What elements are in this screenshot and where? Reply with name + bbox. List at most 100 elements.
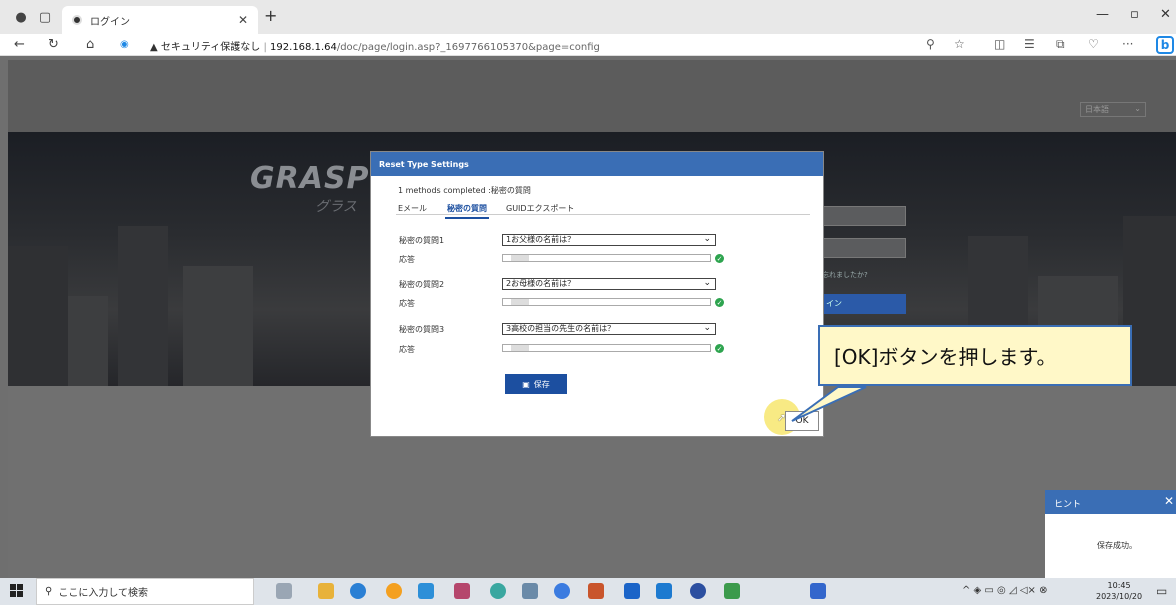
hint-popup: ヒント ✕ 保存成功。 [1045,490,1176,578]
app-icon[interactable] [454,583,470,599]
tab-email[interactable]: Eメール [398,203,427,214]
dialog-tabs: Eメール 秘密の質問 GUIDエクスポート [396,199,810,219]
dialog-title: Reset Type Settings [371,152,823,176]
username-field[interactable] [822,206,906,226]
new-tab-icon[interactable]: + [264,6,277,25]
extension-icon[interactable]: ◉ [120,39,129,50]
login-panel: 忘れましたか? イン [822,166,922,326]
outlook-icon[interactable] [418,583,434,599]
split-screen-icon[interactable]: ◫ [994,37,1005,51]
tab-guid-export[interactable]: GUIDエクスポート [506,203,574,214]
answer-3-label: 応答 [399,345,415,354]
notification-icon[interactable]: ▭ [1156,584,1167,598]
tab-secret-question[interactable]: 秘密の質問 [445,203,489,219]
close-tab-icon[interactable]: ✕ [238,13,248,27]
tab-title: ログイン [90,16,130,28]
copilot-icon[interactable]: b [1156,36,1174,54]
save-button[interactable]: ▣ 保存 [505,374,567,394]
taskbar-search[interactable]: ⚲ ここに入力して検索 [36,578,254,605]
save-button-label: 保存 [533,379,550,389]
save-icon: ▣ [522,379,530,389]
warning-icon: ▲ [150,42,158,53]
question-3-select[interactable]: 3高校の担当の先生の名前は？ ⌄ [502,323,716,335]
app-icon[interactable] [624,583,640,599]
restore-icon[interactable]: ▫ [1130,7,1139,22]
system-tray[interactable]: ^ ◈ ▭ ◎ ◿ ◁× ⊗ [962,585,1047,596]
url-path: /doc/page/login.asp?_1697766105370&page=… [336,42,600,53]
app-icon[interactable] [690,583,706,599]
brand-logo: GRASP [250,161,370,196]
close-window-icon[interactable]: ✕ [1160,7,1171,22]
favorite-star-icon[interactable]: ☆ [954,37,965,51]
cloud-icon[interactable] [522,583,538,599]
browser-tab-bar: ● ▢ ログイン ✕ + — ▫ ✕ [0,0,1176,34]
callout-pointer [791,386,867,422]
address-bar: ← ↻ ⌂ ◉ ▲ セキュリティ保護なし | 192.168.1.64/doc/… [0,34,1176,56]
search-placeholder: ここに入力して検索 [58,588,149,599]
close-icon[interactable]: ✕ [1164,494,1174,508]
zoom-icon[interactable]: ⚲ [926,37,935,51]
question-3-label: 秘密の質問3 [399,325,445,334]
question-2-value: 2お母様の名前は？ [506,279,576,288]
url-host: 192.168.1.64 [270,42,337,53]
refresh-icon[interactable]: ↻ [48,37,59,52]
answer-1-input[interactable] [502,254,711,262]
chevron-down-icon: ⌄ [703,234,711,244]
reset-type-dialog: Reset Type Settings 1 methods completed … [371,152,823,436]
question-3-value: 3高校の担当の先生の名前は？ [506,324,616,333]
security-warning: セキュリティ保護なし [160,42,261,53]
app-icon[interactable] [810,583,826,599]
performance-icon[interactable]: ♡ [1088,37,1099,51]
hint-message: 保存成功。 [1097,541,1137,550]
chrome-icon[interactable] [386,583,402,599]
mouse-cursor-icon: ➚ [777,411,787,424]
favicon-icon [72,15,82,25]
chevron-down-icon: ⌄ [1134,104,1141,113]
screen: ● ▢ ログイン ✕ + — ▫ ✕ ← ↻ ⌂ ◉ ▲ セキュリティ保護なし … [0,0,1176,605]
brand-subtitle: グラス [315,199,357,215]
file-explorer-icon[interactable] [318,583,334,599]
chevron-down-icon: ⌄ [703,323,711,333]
question-1-select[interactable]: 1お父様の名前は？ ⌄ [502,234,716,246]
app-icon[interactable] [554,583,570,599]
back-icon[interactable]: ← [14,37,25,52]
app-icon[interactable] [490,583,506,599]
password-field[interactable] [822,238,906,258]
url-field[interactable]: ▲ セキュリティ保護なし | 192.168.1.64/doc/page/log… [150,38,600,53]
app-icon[interactable] [724,583,740,599]
login-button[interactable]: イン [822,294,906,314]
taskbar: ⚲ ここに入力して検索 ^ ◈ ▭ ◎ ◿ ◁× ⊗ 10:45 2023/10… [0,578,1176,605]
favorites-icon[interactable]: ☰ [1024,37,1035,51]
home-icon[interactable]: ⌂ [86,37,94,52]
page-header: 日本語 ⌄ [8,60,1176,132]
question-2-label: 秘密の質問2 [399,280,445,289]
answer-3-input[interactable] [502,344,711,352]
question-2-select[interactable]: 2お母様の名前は？ ⌄ [502,278,716,290]
question-1-label: 秘密の質問1 [399,236,445,245]
language-select[interactable]: 日本語 ⌄ [1080,102,1146,117]
answer-2-label: 応答 [399,299,415,308]
check-icon: ✓ [715,254,724,263]
check-icon: ✓ [715,298,724,307]
hint-title-bar: ヒント ✕ [1045,490,1176,514]
profile-icon[interactable]: ● [12,8,30,26]
app-icon[interactable] [588,583,604,599]
clock[interactable]: 10:45 2023/10/20 [1096,580,1142,602]
clock-date: 2023/10/20 [1096,592,1143,601]
check-icon: ✓ [715,344,724,353]
windows-start-icon[interactable] [10,584,24,598]
clock-time: 10:45 [1107,581,1131,590]
edge-icon[interactable] [350,583,366,599]
answer-2-input[interactable] [502,298,711,306]
app-icon[interactable] [656,583,672,599]
collections-icon[interactable]: ⧉ [1056,37,1065,52]
task-view-icon[interactable] [276,583,292,599]
tab-actions-icon[interactable]: ▢ [36,8,54,26]
dialog-status: 1 methods completed :秘密の質問 [398,186,531,195]
search-icon: ⚲ [45,586,53,597]
answer-1-label: 応答 [399,255,415,264]
more-icon[interactable]: ··· [1122,37,1133,51]
forgot-password-link[interactable]: 忘れましたか? [822,270,868,280]
browser-tab[interactable]: ログイン ✕ [62,6,258,34]
minimize-icon[interactable]: — [1096,7,1109,22]
